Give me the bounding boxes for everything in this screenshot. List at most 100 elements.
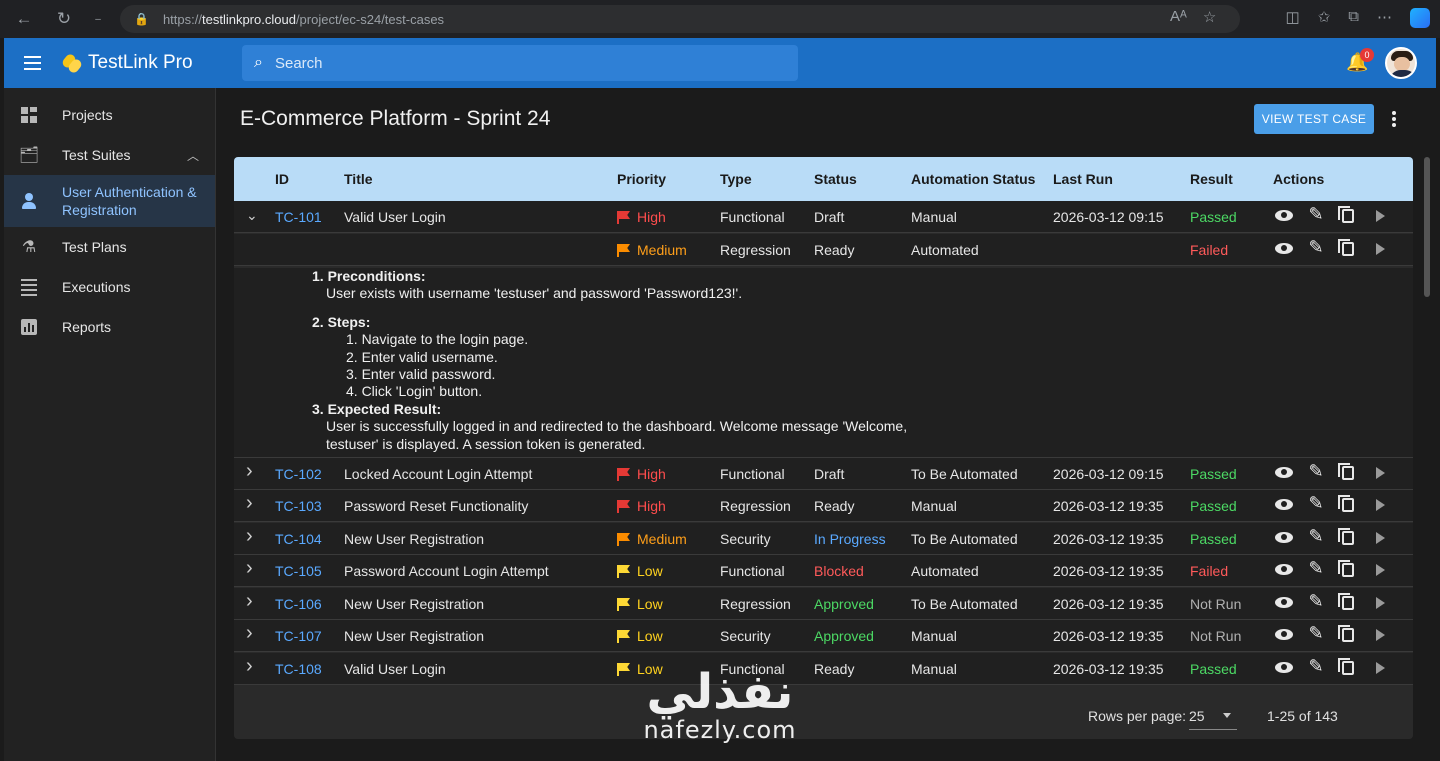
- run-play-icon[interactable]: [1370, 659, 1390, 679]
- more-vert-icon[interactable]: [1388, 108, 1400, 130]
- test-case-id-link[interactable]: TC-105: [275, 563, 322, 579]
- table-row[interactable]: › TC-107 New User Registration Low Security A…: [234, 620, 1413, 652]
- expand-icon[interactable]: ›: [246, 525, 253, 548]
- url-host: testlinkpro.cloud: [201, 11, 296, 27]
- test-case-id-link[interactable]: TC-103: [275, 498, 322, 514]
- view-eye-icon[interactable]: [1274, 207, 1294, 226]
- run-play-icon[interactable]: [1370, 561, 1390, 581]
- test-case-id-link[interactable]: TC-102: [275, 466, 322, 482]
- column-header-id[interactable]: ID: [275, 171, 289, 187]
- copy-icon[interactable]: [1338, 658, 1358, 680]
- test-case-id-link[interactable]: TC-106: [275, 596, 322, 612]
- sidebar-item-test-plans[interactable]: ⚗ Test Plans: [4, 227, 215, 267]
- sidebar-item-test-suites[interactable]: 🗂 Test Suites ︿: [4, 135, 215, 175]
- column-header-last-run[interactable]: Last Run: [1053, 171, 1113, 187]
- split-screen-icon[interactable]: ◫: [1286, 8, 1300, 28]
- search-input[interactable]: [274, 54, 755, 72]
- table-row[interactable]: ⌄ TC-101 Valid User Login High Functional Dra…: [234, 201, 1413, 233]
- sidebar-item-projects[interactable]: Projects: [4, 95, 215, 135]
- table-row[interactable]: › TC-104 New User Registration Medium Securi…: [234, 523, 1413, 555]
- view-eye-icon[interactable]: [1274, 659, 1294, 678]
- copy-icon[interactable]: [1338, 625, 1358, 647]
- table-scrollbar[interactable]: [1424, 157, 1430, 297]
- copy-icon[interactable]: [1338, 206, 1358, 228]
- run-play-icon[interactable]: [1370, 207, 1390, 227]
- edit-pencil-icon[interactable]: ✎: [1306, 656, 1326, 677]
- run-play-icon[interactable]: [1370, 626, 1390, 646]
- column-header-type[interactable]: Type: [720, 171, 752, 187]
- test-case-id-link[interactable]: TC-107: [275, 628, 322, 644]
- app-logo[interactable]: TestLink Pro: [60, 52, 193, 75]
- collapse-icon[interactable]: ⌄: [246, 207, 258, 224]
- column-header-result[interactable]: Result: [1190, 171, 1233, 187]
- details-list: 1. Preconditions: User exists with usern…: [312, 268, 907, 464]
- chevron-up-icon[interactable]: ︿: [187, 147, 199, 164]
- table-row[interactable]: › TC-105 Password Account Login Attempt Low…: [234, 555, 1413, 587]
- expand-icon[interactable]: ›: [246, 655, 253, 678]
- table-row[interactable]: › TC-108 Valid User Login Low Functional Read…: [234, 653, 1413, 685]
- edit-pencil-icon[interactable]: ✎: [1306, 558, 1326, 579]
- expand-icon[interactable]: ›: [246, 590, 253, 613]
- test-case-id-link[interactable]: TC-101: [275, 209, 322, 225]
- column-header-title[interactable]: Title: [344, 171, 373, 187]
- collections-icon[interactable]: ⧉: [1348, 8, 1359, 28]
- type-cell: Regression: [720, 596, 791, 612]
- view-test-case-button[interactable]: VIEW TEST CASE: [1254, 104, 1374, 134]
- sidebar-item-reports[interactable]: Reports: [4, 307, 215, 347]
- view-eye-icon[interactable]: [1274, 626, 1294, 645]
- rows-per-page-select[interactable]: 25: [1189, 708, 1237, 730]
- search-icon: ⌕: [254, 54, 263, 71]
- url-prefix: https://: [162, 11, 202, 27]
- edit-pencil-icon[interactable]: ✎: [1306, 526, 1326, 547]
- run-play-icon[interactable]: [1370, 464, 1390, 484]
- table-row[interactable]: Medium Regression Ready Automated Failed ✎: [234, 234, 1413, 266]
- view-eye-icon[interactable]: [1274, 594, 1294, 613]
- edit-pencil-icon[interactable]: ✎: [1306, 461, 1326, 482]
- favorites-icon[interactable]: ✩: [1318, 8, 1331, 28]
- table-row[interactable]: › TC-103 Password Reset Functionality High R…: [234, 490, 1413, 522]
- copy-icon[interactable]: [1338, 495, 1358, 517]
- run-play-icon[interactable]: [1370, 594, 1390, 614]
- copy-icon[interactable]: [1338, 239, 1358, 261]
- edit-pencil-icon[interactable]: ✎: [1306, 623, 1326, 644]
- table-row[interactable]: › TC-106 New User Registration Low Regressio…: [234, 588, 1413, 620]
- copy-icon[interactable]: [1338, 463, 1358, 485]
- menu-icon[interactable]: [16, 56, 56, 70]
- column-header-priority[interactable]: Priority: [617, 171, 666, 187]
- read-aloud-icon[interactable]: Aᴬ: [1170, 8, 1187, 26]
- view-eye-icon[interactable]: [1274, 240, 1294, 259]
- edit-pencil-icon[interactable]: ✎: [1306, 493, 1326, 514]
- run-play-icon[interactable]: [1370, 496, 1390, 516]
- expand-icon[interactable]: ›: [246, 622, 253, 645]
- run-play-icon[interactable]: [1370, 240, 1390, 260]
- last-run-cell: 2026-03-12 19:35: [1053, 661, 1164, 677]
- expand-icon[interactable]: ›: [246, 460, 253, 483]
- column-header-automation-status[interactable]: Automation Status: [911, 171, 1035, 187]
- edit-pencil-icon[interactable]: ✎: [1306, 591, 1326, 612]
- sidebar-item-executions[interactable]: Executions: [4, 267, 215, 307]
- copy-icon[interactable]: [1338, 593, 1358, 615]
- view-eye-icon[interactable]: [1274, 464, 1294, 483]
- view-eye-icon[interactable]: [1274, 561, 1294, 580]
- copy-icon[interactable]: [1338, 560, 1358, 582]
- more-options-icon[interactable]: ⋯: [1377, 8, 1392, 28]
- home-icon[interactable]: –: [82, 3, 114, 35]
- back-icon[interactable]: ←: [8, 3, 40, 35]
- copilot-icon[interactable]: [1410, 8, 1430, 28]
- sidebar-item-user-authentication[interactable]: User Authentication & Registration: [4, 175, 215, 227]
- test-case-id-link[interactable]: TC-108: [275, 661, 322, 677]
- reload-icon[interactable]: ↻: [48, 3, 80, 35]
- user-avatar[interactable]: [1385, 47, 1417, 79]
- view-eye-icon[interactable]: [1274, 496, 1294, 515]
- edit-pencil-icon[interactable]: ✎: [1306, 237, 1326, 258]
- expand-icon[interactable]: ›: [246, 557, 253, 580]
- view-eye-icon[interactable]: [1274, 529, 1294, 548]
- copy-icon[interactable]: [1338, 528, 1358, 550]
- expand-icon[interactable]: ›: [246, 492, 253, 515]
- test-case-id-link[interactable]: TC-104: [275, 531, 322, 547]
- edit-pencil-icon[interactable]: ✎: [1306, 204, 1326, 225]
- column-header-status[interactable]: Status: [814, 171, 857, 187]
- favorite-star-icon[interactable]: ☆: [1203, 8, 1216, 26]
- run-play-icon[interactable]: [1370, 529, 1390, 549]
- address-bar[interactable]: 🔒 https://testlinkpro.cloud/project/ec-s…: [120, 5, 1240, 33]
